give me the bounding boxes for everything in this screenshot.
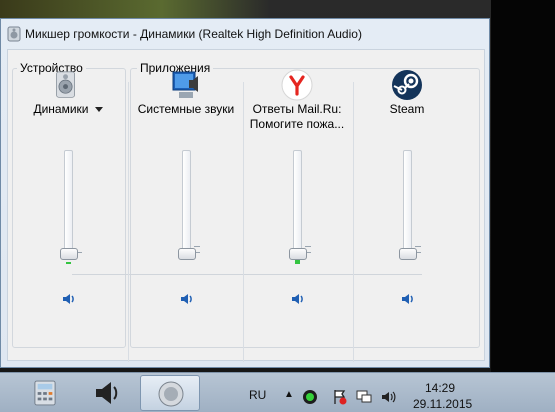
desktop-dark-area xyxy=(491,0,555,372)
system-sounds-icon[interactable] xyxy=(169,68,203,102)
app-label-line2: Помогите пожа... xyxy=(249,117,345,131)
calculator-icon xyxy=(34,380,56,406)
device-volume-thumb[interactable] xyxy=(60,248,78,260)
app-mute-speaker-icon[interactable] xyxy=(400,292,416,306)
volume-mixer-window: Микшер громкости - Динамики (Realtek Hig… xyxy=(0,18,490,368)
language-indicator[interactable]: RU xyxy=(249,388,266,402)
mixer-client-area: Устройство Приложения Динамики Системные… xyxy=(7,49,485,362)
desktop-wallpaper-strip xyxy=(0,0,270,18)
app-tick xyxy=(415,246,421,247)
device-column: Динамики xyxy=(12,66,124,366)
chevron-down-icon xyxy=(94,107,103,113)
speaker-title-icon xyxy=(7,26,21,42)
app-tick xyxy=(194,246,200,247)
clock-date[interactable]: 29.11.2015 xyxy=(413,397,472,411)
app-volume-track[interactable] xyxy=(182,150,191,260)
column-separator xyxy=(128,82,129,362)
app-volume-thumb[interactable] xyxy=(178,248,196,260)
app-peak-meter xyxy=(295,259,300,264)
app-column-system-sounds: Системные звуки xyxy=(130,66,242,366)
taskbar-calculator-button[interactable] xyxy=(22,375,72,411)
device-mute-speaker-icon[interactable] xyxy=(61,292,77,306)
green-status-icon[interactable] xyxy=(302,389,318,405)
speaker-device-icon[interactable] xyxy=(54,68,82,102)
app-volume-thumb[interactable] xyxy=(399,248,417,260)
app-label-line1: Steam xyxy=(389,102,425,116)
app-volume-track[interactable] xyxy=(293,150,302,260)
window-title: Микшер громкости - Динамики (Realtek Hig… xyxy=(25,27,362,41)
app-volume-track[interactable] xyxy=(403,150,412,260)
app-volume-thumb[interactable] xyxy=(289,248,307,260)
taskbar-volume-mixer-button[interactable] xyxy=(140,375,200,411)
action-center-flag-icon[interactable] xyxy=(332,389,348,405)
app-tick xyxy=(305,246,311,247)
device-volume-track[interactable] xyxy=(64,150,73,260)
app-label-line1: Системные звуки xyxy=(137,102,235,116)
speaker-device-icon xyxy=(158,381,184,407)
volume-tray-icon[interactable] xyxy=(380,389,396,405)
app-mute-speaker-icon[interactable] xyxy=(179,292,195,306)
app-column-steam: Steam xyxy=(351,66,463,366)
yandex-browser-icon[interactable] xyxy=(280,68,314,102)
steam-icon[interactable] xyxy=(390,68,424,102)
device-dropdown[interactable]: Динамики xyxy=(12,102,124,117)
clock-time[interactable]: 14:29 xyxy=(425,381,455,395)
device-peak-meter xyxy=(66,262,71,264)
network-icon[interactable] xyxy=(356,389,372,405)
show-hidden-icons-arrow[interactable]: ▲ xyxy=(284,389,294,400)
taskbar: RU ▲ 14:29 29.11.2015 xyxy=(0,372,555,412)
title-bar[interactable]: Микшер громкости - Динамики (Realtek Hig… xyxy=(1,19,489,49)
app-label-line1: Ответы Mail.Ru: xyxy=(252,102,342,116)
app-column-yandex: Ответы Mail.Ru: Помогите пожа... xyxy=(241,66,353,366)
device-name: Динамики xyxy=(33,102,89,116)
taskbar-sound-button[interactable] xyxy=(82,375,132,411)
loudspeaker-icon xyxy=(96,382,118,404)
app-mute-speaker-icon[interactable] xyxy=(290,292,306,306)
